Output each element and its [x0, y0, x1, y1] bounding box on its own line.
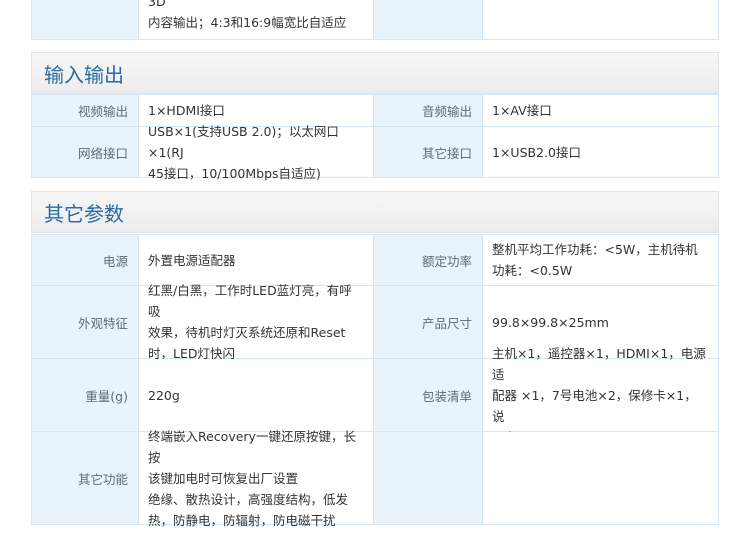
spec-value-line: 效果，待机时灯灭系统还原和Reset	[148, 325, 346, 340]
spec-table-other: 电源 外置电源适配器 额定功率 整机平均工作功耗：<5W，主机待机 功耗：<0.…	[31, 234, 719, 528]
spec-value-line: 配器 ×1，7号电池×2，保修卡×1，说	[492, 387, 697, 424]
spec-label: 重量(g)	[32, 359, 139, 431]
spec-label	[374, 432, 483, 524]
spec-label: 外观特征	[32, 286, 139, 358]
spec-value-line: 内容输出；4:3和16:9幅宽比自适应	[148, 15, 347, 30]
spec-value-line: 整机平均工作功耗：<5W，主机待机	[492, 242, 698, 257]
spec-label: 额定功率	[374, 235, 483, 285]
spec-row: 其它功能 终端嵌入Recovery一键还原按键，长按 该键加电时可恢复出厂设置 …	[32, 429, 718, 528]
spec-value-line: 该键加电时可恢复出厂设置	[148, 470, 299, 486]
spec-label: 产品尺寸	[374, 286, 483, 358]
spec-value	[483, 432, 718, 524]
spec-label: 电源	[32, 235, 139, 285]
spec-value: 外置电源适配器	[139, 235, 374, 285]
spec-label	[374, 0, 483, 39]
spec-value: 终端嵌入Recovery一键还原按键，长按 该键加电时可恢复出厂设置 绝缘、散热…	[139, 429, 374, 528]
spec-value-line: 45接口，10/100Mbps自适应)	[148, 165, 321, 181]
spec-row: 网络接口 USB×1(支持USB 2.0)；以太网口×1(RJ 45接口，10/…	[32, 124, 718, 181]
spec-value-line: USB×1(支持USB 2.0)；以太网口×1(RJ	[148, 123, 339, 160]
spec-table-top-partial: mv，m4v，mpe，mts，tp，支持3D 内容输出；4:3和16:9幅宽比自…	[31, 0, 719, 40]
spec-label: 音频输出	[374, 95, 483, 126]
spec-value-line: 主机×1，遥控器×1，HDMI×1，电源适	[492, 345, 706, 382]
spec-value-line: 红黑/白黑，工作时LED蓝灯亮，有呼吸	[148, 283, 352, 319]
spec-value: 1×AV接口	[483, 95, 718, 126]
spec-label: 网络接口	[32, 127, 139, 177]
spec-label: 其它接口	[374, 127, 483, 177]
spec-value: USB×1(支持USB 2.0)；以太网口×1(RJ 45接口，10/100Mb…	[139, 124, 374, 181]
section-title-other: 其它参数	[31, 191, 719, 233]
spec-value-line: 终端嵌入Recovery一键还原按键，长按	[148, 428, 356, 465]
spec-value-line: 热，防静电，防辐射，防电磁干扰	[148, 512, 336, 528]
spec-value-line: 功耗：<0.5W	[492, 263, 573, 278]
spec-value: 整机平均工作功耗：<5W，主机待机 功耗：<0.5W	[483, 235, 718, 285]
spec-value: 220g	[139, 359, 374, 431]
spec-row: 重量(g) 220g 包装清单 主机×1，遥控器×1，HDMI×1，电源适 配器…	[32, 346, 718, 445]
spec-value-line: 绝缘、散热设计，高强度结构，低发	[148, 491, 349, 507]
spec-value: 主机×1，遥控器×1，HDMI×1，电源适 配器 ×1，7号电池×2，保修卡×1…	[483, 346, 718, 445]
spec-value-line: mv，m4v，mpe，mts，tp，支持3D	[148, 0, 166, 9]
spec-table-io: 视频输出 1×HDMI接口 音频输出 1×AV接口 网络接口 USB×1(支持U…	[31, 94, 719, 181]
spec-label: 其它功能	[32, 432, 139, 524]
spec-value	[483, 0, 718, 39]
spec-label: 视频输出	[32, 95, 139, 126]
spec-row: 电源 外置电源适配器 额定功率 整机平均工作功耗：<5W，主机待机 功耗：<0.…	[32, 235, 718, 285]
spec-label: 包装清单	[374, 359, 483, 431]
spec-value: 1×USB2.0接口	[483, 127, 718, 177]
section-title-io: 输入输出	[31, 52, 719, 94]
spec-label	[32, 0, 139, 39]
spec-value: 红黑/白黑，工作时LED蓝灯亮，有呼吸 效果，待机时灯灭系统还原和Reset 时…	[139, 283, 374, 361]
spec-row: 视频输出 1×HDMI接口 音频输出 1×AV接口	[32, 95, 718, 126]
spec-value: mv，m4v，mpe，mts，tp，支持3D 内容输出；4:3和16:9幅宽比自…	[139, 0, 374, 39]
